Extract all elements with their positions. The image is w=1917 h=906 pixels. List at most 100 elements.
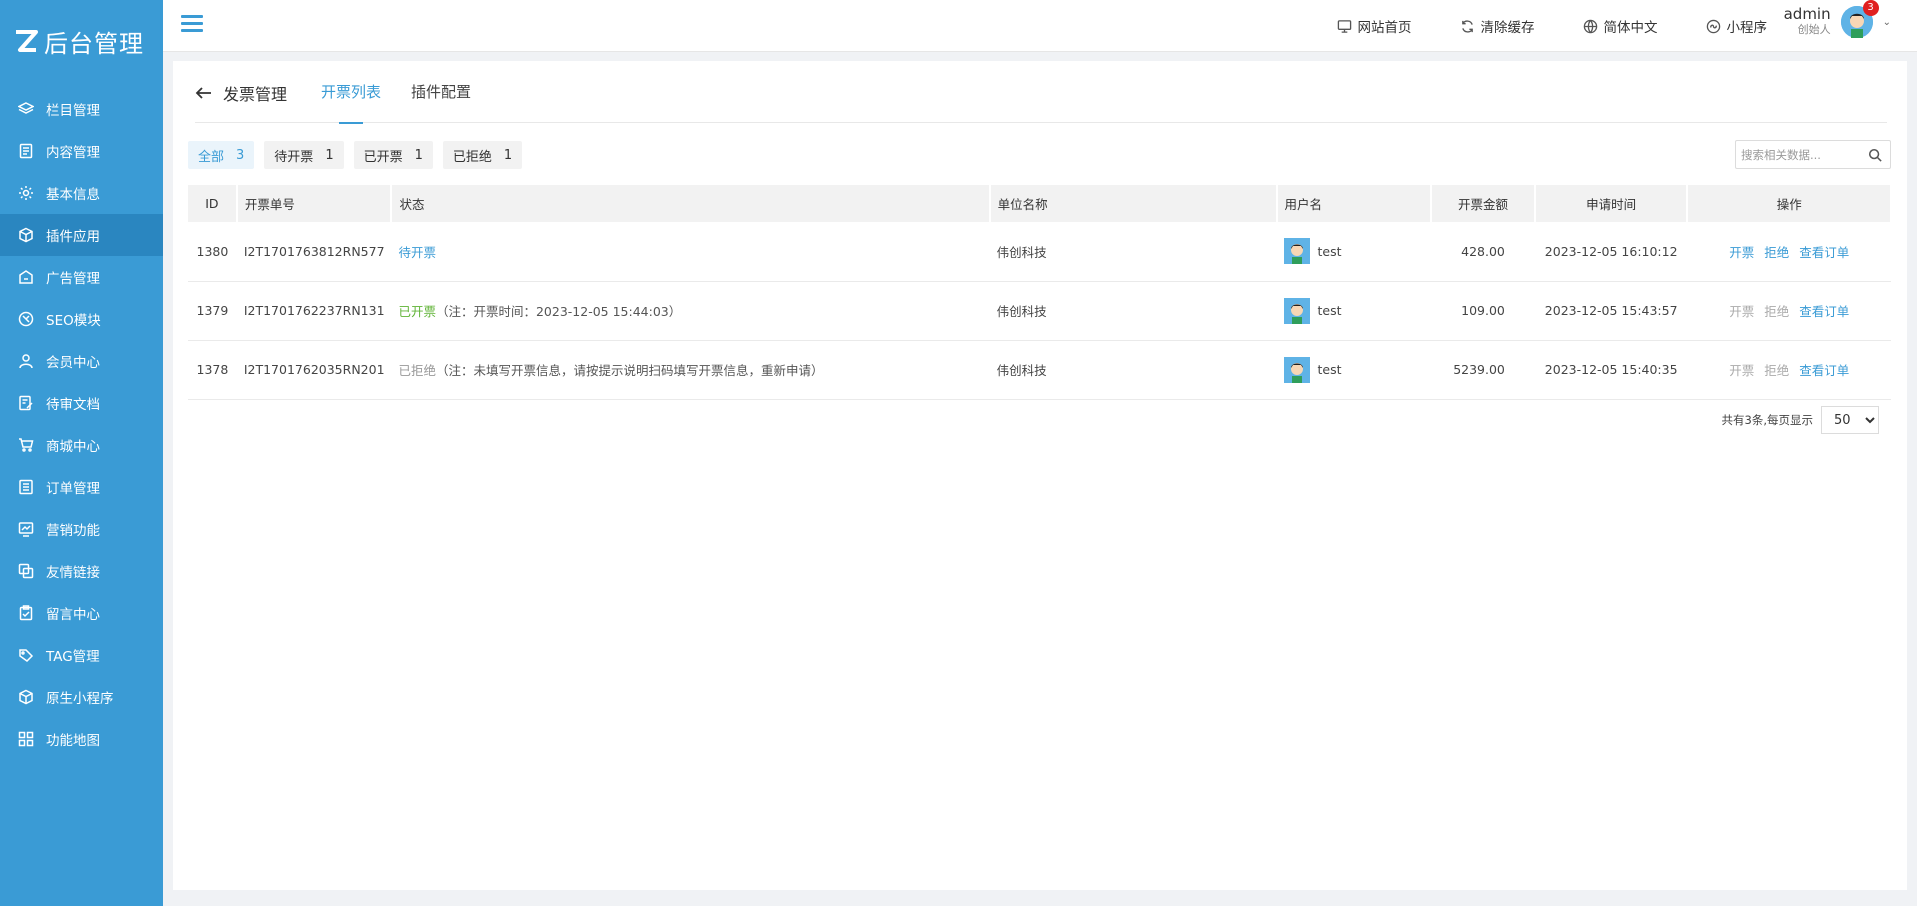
page-size-select[interactable]: 50 [1821, 406, 1879, 434]
view-order-button[interactable]: 查看订单 [1799, 304, 1849, 319]
user-name: admin [1783, 5, 1831, 23]
arrow-left-icon [195, 86, 211, 99]
cell-amount: 428.00 [1431, 222, 1535, 282]
user-info: admin 创始人 [1784, 6, 1831, 38]
cell-no: I2T1701762237RN131 [236, 281, 392, 341]
cell-user: test [1276, 340, 1432, 400]
sidebar-item-tags[interactable]: TAG管理 [0, 634, 163, 676]
cell-amount: 5239.00 [1431, 340, 1535, 400]
sidebar-item-messages[interactable]: 留言中心 [0, 592, 163, 634]
refresh-icon [1461, 19, 1473, 33]
filter-count: 3 [236, 147, 245, 163]
status-text: 已开票 [398, 304, 436, 319]
sidebar-item-label: 会员中心 [46, 355, 100, 371]
sidebar-item-ads[interactable]: 广告管理 [0, 256, 163, 298]
view-order-button[interactable]: 查看订单 [1799, 245, 1849, 260]
user-avatar [1283, 356, 1310, 383]
logo-text: 后台管理 [44, 29, 144, 58]
main-panel: 发票管理 开票列表 插件配置 全部3 待开票1 已开票1 已拒绝1 ID 开票单… [173, 61, 1907, 890]
refuse-button: 拒绝 [1764, 304, 1790, 319]
seo-icon [18, 311, 34, 327]
issue-button[interactable]: 开票 [1729, 245, 1754, 260]
sidebar-item-label: 广告管理 [46, 271, 100, 287]
sidebar-item-plugins[interactable]: 插件应用 [0, 214, 163, 256]
avatar[interactable]: 3 [1840, 0, 1879, 38]
monitor-icon [1337, 19, 1351, 33]
issue-button: 开票 [1729, 363, 1755, 378]
cell-no: I2T1701762035RN201 [236, 340, 392, 400]
table-row: 1379 I2T1701762237RN131 已开票（注：开票时间：2023-… [188, 281, 1891, 341]
sidebar-item-column[interactable]: 栏目管理 [0, 88, 163, 130]
sidebar-item-label: TAG管理 [46, 649, 100, 665]
tab-plugin-config[interactable]: 插件配置 [411, 61, 471, 123]
sidebar-item-label: 友情链接 [46, 565, 100, 581]
cell-company: 伟创科技 [989, 281, 1277, 341]
chevron-down-icon[interactable]: ⌄ [1883, 17, 1891, 28]
sidebar-item-seo[interactable]: SEO模块 [0, 298, 163, 340]
cell-actions: 开票 拒绝 查看订单 [1687, 281, 1891, 341]
cell-status: 待开票 [391, 222, 990, 282]
tab-invoice-list[interactable]: 开票列表 [321, 61, 381, 124]
table-row: 1380 I2T1701763812RN577 待开票 伟创科技 test 42… [188, 222, 1891, 282]
sidebar-item-content[interactable]: 内容管理 [0, 130, 163, 172]
user-menu[interactable]: admin 创始人 3 ⌄ [1784, 0, 1891, 38]
language-link[interactable]: 简体中文 [1583, 16, 1658, 36]
user-avatar [1283, 297, 1310, 324]
col-header-no: 开票单号 [236, 185, 393, 222]
miniapp-link[interactable]: 小程序 [1706, 16, 1767, 36]
search-icon[interactable] [1868, 148, 1882, 162]
cell-time: 2023-12-05 16:10:12 [1534, 222, 1688, 282]
sidebar-item-label: 订单管理 [46, 481, 100, 497]
filter-issued[interactable]: 已开票 1 [353, 141, 433, 169]
sidebar-item-links[interactable]: 友情链接 [0, 550, 163, 592]
sidebar-item-shop[interactable]: 商城中心 [0, 424, 163, 466]
sidebar-item-feature-map[interactable]: 功能地图 [0, 718, 163, 760]
ad-icon [18, 269, 34, 285]
refuse-button[interactable]: 拒绝 [1764, 245, 1789, 260]
cell-actions: 开票 拒绝 查看订单 [1687, 222, 1891, 282]
sidebar-item-pending-docs[interactable]: 待审文档 [0, 382, 163, 424]
col-header-status: 状态 [391, 185, 991, 222]
cell-user: test [1276, 281, 1432, 341]
col-header-company: 单位名称 [989, 185, 1278, 222]
miniapp-icon [1706, 19, 1720, 33]
filter-refused[interactable]: 已拒绝 1 [442, 141, 523, 169]
layers-icon [18, 101, 34, 117]
table-header-row: ID 开票单号 状态 单位名称 用户名 开票金额 申请时间 操作 [188, 185, 1892, 222]
sidebar-item-orders[interactable]: 订单管理 [0, 466, 163, 508]
user-avatar [1283, 238, 1310, 265]
user-name: test [1317, 303, 1342, 318]
sidebar-item-native-miniapp[interactable]: 原生小程序 [0, 676, 163, 718]
website-home-link[interactable]: 网站首页 [1337, 16, 1412, 36]
view-order-button[interactable]: 查看订单 [1799, 363, 1849, 378]
sidebar-item-label: 待审文档 [46, 397, 100, 413]
grid-icon [18, 731, 34, 747]
sidebar-item-label: 栏目管理 [46, 103, 100, 119]
edit-doc-icon [18, 395, 34, 411]
sidebar-item-members[interactable]: 会员中心 [0, 340, 163, 382]
sidebar-item-label: 营销功能 [46, 523, 100, 539]
back-button[interactable]: 发票管理 [195, 81, 287, 105]
sidebar: 后台管理 栏目管理 内容管理 基本信息 插件应用 广告管理 SEO模块 会员中心… [0, 0, 163, 906]
page-title: 发票管理 [223, 84, 288, 104]
clear-cache-label: 清除缓存 [1480, 20, 1535, 36]
cell-company: 伟创科技 [989, 222, 1277, 282]
filter-all[interactable]: 全部 3 [188, 141, 255, 169]
clear-cache-link[interactable]: 清除缓存 [1460, 16, 1535, 36]
refuse-button: 拒绝 [1764, 363, 1790, 378]
logo-icon [12, 28, 40, 54]
table-row: 1378 I2T1701762035RN201 已拒绝（注：未填写开票信息，请按… [188, 340, 1891, 400]
sidebar-item-label: SEO模块 [46, 313, 101, 329]
clipboard-icon [18, 605, 34, 621]
filter-pending[interactable]: 待开票 1 [264, 141, 344, 169]
sidebar-item-marketing[interactable]: 营销功能 [0, 508, 163, 550]
search-input[interactable] [1736, 147, 1868, 162]
cell-time: 2023-12-05 15:43:57 [1534, 281, 1688, 341]
user-icon [18, 353, 34, 369]
sidebar-item-label: 内容管理 [46, 145, 100, 161]
col-header-amount: 开票金额 [1431, 185, 1536, 222]
filter-count: 1 [503, 147, 513, 163]
menu-toggle-icon[interactable] [181, 15, 203, 35]
sidebar-item-basic-info[interactable]: 基本信息 [0, 172, 163, 214]
logo[interactable]: 后台管理 [0, 0, 163, 82]
